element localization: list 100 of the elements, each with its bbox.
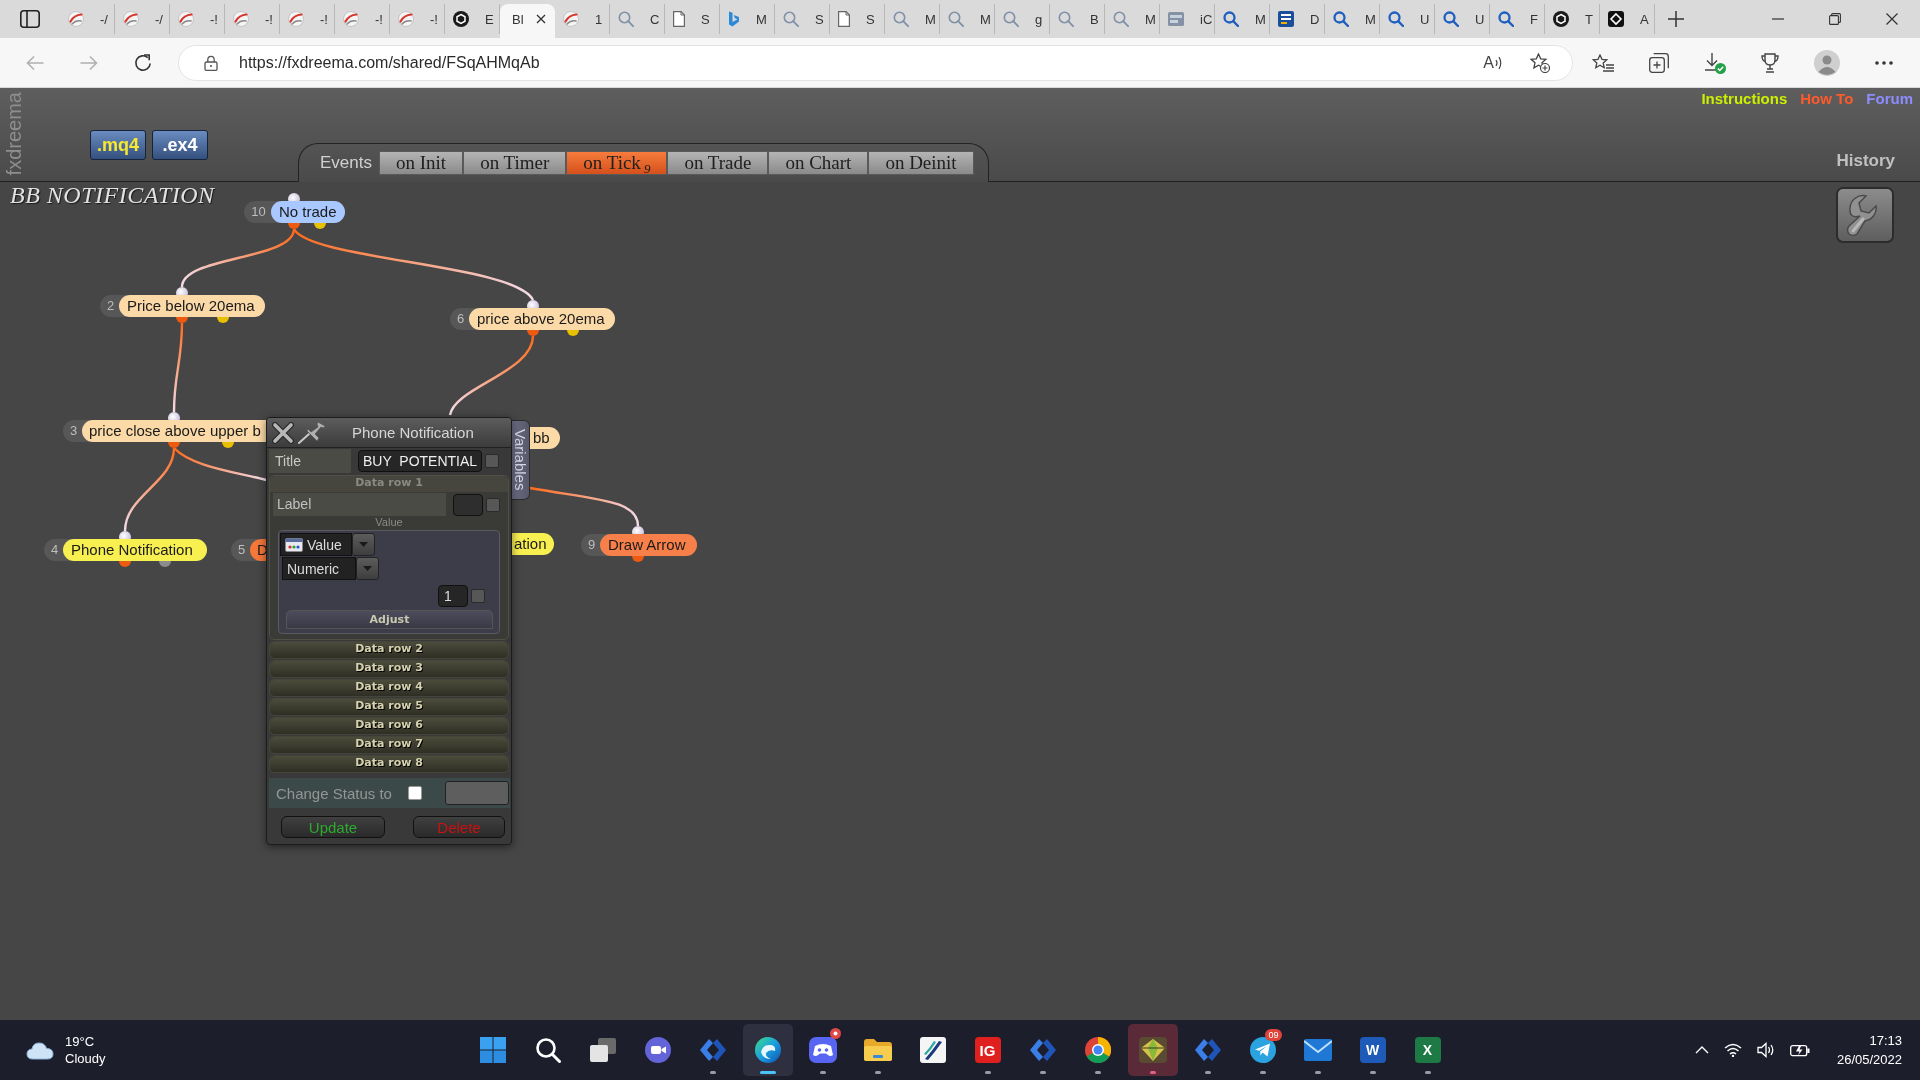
browser-tab[interactable]: 1 bbox=[555, 4, 610, 34]
reload-icon[interactable] bbox=[134, 53, 152, 72]
taskbar-button[interactable] bbox=[1127, 1024, 1178, 1076]
browser-tab[interactable]: F bbox=[1490, 4, 1545, 34]
node-label[interactable]: ation bbox=[511, 533, 554, 555]
checkbox[interactable] bbox=[486, 497, 500, 512]
taskbar-button[interactable]: 09 bbox=[1237, 1024, 1288, 1076]
browser-tab[interactable]: U bbox=[1380, 4, 1435, 34]
variables-tab[interactable]: Variables bbox=[511, 420, 530, 500]
checkbox[interactable] bbox=[407, 786, 422, 800]
add-favorite-icon[interactable] bbox=[1530, 52, 1550, 73]
taskbar-button[interactable]: W bbox=[1347, 1024, 1398, 1076]
dropdown-button[interactable] bbox=[356, 557, 379, 580]
browser-tab[interactable]: -! bbox=[170, 4, 225, 34]
browser-tab[interactable]: M bbox=[1105, 4, 1160, 34]
flow-node[interactable]: 10 No trade bbox=[244, 201, 344, 223]
browser-tab[interactable]: B bbox=[1050, 4, 1105, 34]
browser-tab[interactable]: M bbox=[885, 4, 940, 34]
label-input[interactable] bbox=[453, 493, 483, 516]
section-header[interactable]: Data row 2 bbox=[270, 642, 508, 658]
event-tab[interactable]: on Trade bbox=[667, 151, 769, 175]
section-header[interactable]: Data row 7 bbox=[270, 737, 508, 753]
checkbox[interactable] bbox=[485, 454, 500, 468]
browser-tab[interactable]: M bbox=[1325, 4, 1380, 34]
event-tab[interactable]: on Timer bbox=[463, 151, 567, 175]
browser-tab[interactable]: E bbox=[445, 4, 500, 34]
browser-tab[interactable]: S bbox=[665, 4, 720, 34]
more-icon[interactable] bbox=[1875, 60, 1893, 65]
section-header[interactable]: Data row 3 bbox=[270, 661, 508, 677]
digits-input[interactable]: 1 bbox=[438, 585, 468, 607]
browser-tab[interactable]: M bbox=[940, 4, 995, 34]
section-header[interactable]: Data row 5 bbox=[270, 699, 508, 715]
read-aloud-button[interactable]: A bbox=[1483, 53, 1503, 72]
format-dropdown[interactable]: Numeric bbox=[282, 557, 356, 580]
browser-tab[interactable]: A bbox=[1600, 4, 1655, 34]
flow-node[interactable]: 6 price above 20ema bbox=[450, 308, 615, 330]
flow-node[interactable]: 4 Phone Notification bbox=[44, 539, 207, 561]
browser-tab[interactable]: T bbox=[1545, 4, 1600, 34]
section-header[interactable]: Data row 4 bbox=[270, 680, 508, 696]
title-input[interactable]: BUY POTENTIAL bbox=[358, 450, 483, 472]
browser-tab[interactable]: C bbox=[610, 4, 665, 34]
browser-tab[interactable]: -! bbox=[335, 4, 390, 34]
browser-tab[interactable]: g bbox=[995, 4, 1050, 34]
adjust-button[interactable]: Adjust bbox=[286, 610, 493, 629]
browser-tab[interactable]: M bbox=[720, 4, 775, 34]
dropdown-button[interactable] bbox=[352, 533, 375, 556]
event-tab[interactable]: on Chart bbox=[768, 151, 869, 175]
status-input[interactable] bbox=[445, 781, 509, 805]
favorites-icon[interactable] bbox=[1592, 53, 1614, 72]
node-label: Price below 20ema bbox=[119, 295, 265, 317]
minimize-icon[interactable] bbox=[1771, 18, 1784, 20]
battery-icon[interactable] bbox=[1789, 1043, 1810, 1057]
close-icon[interactable] bbox=[1885, 13, 1898, 25]
flow-node[interactable]: 3 price close above upper b bbox=[63, 420, 266, 442]
profile-avatar-icon[interactable] bbox=[1814, 49, 1840, 76]
taskbar-button[interactable]: IG bbox=[962, 1024, 1013, 1076]
node-label[interactable]: bb bbox=[530, 427, 560, 449]
browser-tab[interactable]: Bl bbox=[500, 4, 555, 38]
app-logo: X bbox=[1414, 1037, 1441, 1063]
browser-tab[interactable]: S bbox=[830, 4, 885, 34]
collections-icon[interactable] bbox=[1649, 52, 1669, 73]
new-tab-icon[interactable] bbox=[1668, 11, 1684, 27]
section-header[interactable]: Data row 8 bbox=[270, 756, 508, 772]
event-tab[interactable]: on Tick$_{9}$ bbox=[566, 151, 668, 175]
file-button[interactable]: .ex4 bbox=[152, 130, 208, 160]
checkbox[interactable] bbox=[471, 589, 485, 603]
flow-node[interactable]: 9 Draw Arrow bbox=[581, 534, 697, 556]
event-tab[interactable]: on Init bbox=[379, 151, 464, 175]
event-tab[interactable]: on Deinit bbox=[868, 151, 974, 175]
update-button[interactable]: Update bbox=[281, 816, 385, 838]
taskbar-button[interactable] bbox=[742, 1024, 793, 1076]
restore-icon[interactable] bbox=[1828, 13, 1841, 25]
download-icon[interactable] bbox=[1704, 51, 1726, 74]
taskbar-button[interactable]: X bbox=[1402, 1024, 1453, 1076]
browser-tab[interactable]: -/ bbox=[60, 4, 115, 34]
settings-button[interactable] bbox=[1836, 187, 1894, 243]
browser-tab[interactable]: S bbox=[775, 4, 830, 34]
wifi-icon[interactable] bbox=[1723, 1043, 1742, 1057]
browser-tab[interactable]: U bbox=[1435, 4, 1490, 34]
trophy-icon[interactable] bbox=[1761, 52, 1779, 73]
help-link[interactable]: Instructions bbox=[1701, 89, 1788, 109]
browser-tab[interactable]: D bbox=[1270, 4, 1325, 34]
browser-tab[interactable]: -! bbox=[280, 4, 335, 34]
browser-tab[interactable]: -! bbox=[225, 4, 280, 34]
section-header[interactable]: Data row 6 bbox=[270, 718, 508, 734]
close-icon[interactable] bbox=[535, 14, 546, 24]
browser-tab[interactable]: iC bbox=[1160, 4, 1215, 34]
source-dropdown[interactable]: Value bbox=[280, 533, 352, 556]
chevron-up-icon[interactable] bbox=[1694, 1046, 1709, 1054]
history-link[interactable]: History bbox=[1836, 151, 1895, 171]
file-button[interactable]: .mq4 bbox=[90, 130, 146, 160]
browser-tab[interactable]: M bbox=[1215, 4, 1270, 34]
close-icon[interactable] bbox=[272, 421, 294, 444]
address-field[interactable]: https://fxdreema.com/shared/FSqAHMqAb A bbox=[178, 44, 1573, 81]
sidebar-icon[interactable] bbox=[20, 10, 40, 28]
browser-tab[interactable]: -! bbox=[390, 4, 445, 34]
speaker-icon[interactable] bbox=[1756, 1042, 1775, 1058]
browser-tab[interactable]: -/ bbox=[115, 4, 170, 34]
flow-node[interactable]: 2 Price below 20ema bbox=[100, 295, 265, 317]
pin-icon[interactable] bbox=[298, 421, 326, 444]
